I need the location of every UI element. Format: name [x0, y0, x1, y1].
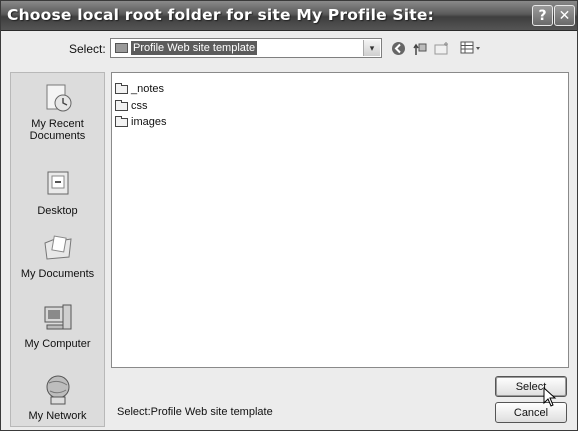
help-button[interactable]: ? — [532, 5, 553, 26]
file-name: images — [131, 116, 167, 128]
select-label: Select: — [69, 42, 106, 56]
folder-icon — [115, 115, 128, 127]
place-label: My Recent Documents — [29, 118, 86, 142]
places-bar: My Recent Documents Desktop My Documents — [10, 72, 105, 427]
file-name: css — [131, 100, 148, 112]
place-label: My Network — [28, 410, 87, 422]
new-folder-icon[interactable] — [433, 39, 451, 57]
place-my-computer[interactable]: My Computer — [11, 301, 104, 350]
dialog-title: Choose local root folder for site My Pro… — [7, 6, 435, 24]
place-desktop[interactable]: Desktop — [11, 168, 104, 217]
my-network-icon — [46, 375, 69, 405]
folder-icon — [115, 82, 128, 94]
choose-folder-dialog: Choose local root folder for site My Pro… — [0, 0, 578, 431]
folder-icon — [115, 43, 128, 53]
my-computer-icon — [44, 304, 71, 330]
my-documents-icon — [43, 235, 72, 260]
title-bar[interactable]: Choose local root folder for site My Pro… — [1, 1, 577, 31]
folder-icon — [115, 99, 128, 111]
close-button[interactable]: ✕ — [554, 5, 575, 26]
folder-combo[interactable]: Profile Web site template ▾ — [110, 38, 382, 58]
folder-combo-value: Profile Web site template — [131, 41, 258, 55]
desktop-icon — [47, 171, 68, 195]
recent-documents-icon — [46, 84, 71, 112]
list-item[interactable]: images — [115, 115, 166, 129]
list-item[interactable]: css — [115, 99, 148, 113]
place-label: My Documents — [20, 268, 95, 280]
place-my-documents[interactable]: My Documents — [11, 231, 104, 280]
file-list[interactable]: _notes css images — [111, 72, 569, 368]
list-item[interactable]: _notes — [115, 82, 164, 96]
place-label: Desktop — [37, 205, 78, 217]
status-text: Select:Profile Web site template — [117, 406, 273, 418]
place-my-recent-documents[interactable]: My Recent Documents — [11, 81, 104, 142]
place-label: My Computer — [24, 338, 91, 350]
mouse-pointer-icon — [543, 387, 557, 407]
chevron-down-icon[interactable]: ▾ — [363, 40, 380, 56]
up-folder-icon[interactable] — [411, 39, 429, 57]
place-my-network[interactable]: My Network — [11, 373, 104, 422]
file-name: _notes — [131, 83, 165, 95]
back-icon[interactable] — [389, 39, 407, 57]
views-menu-icon[interactable] — [459, 39, 483, 57]
